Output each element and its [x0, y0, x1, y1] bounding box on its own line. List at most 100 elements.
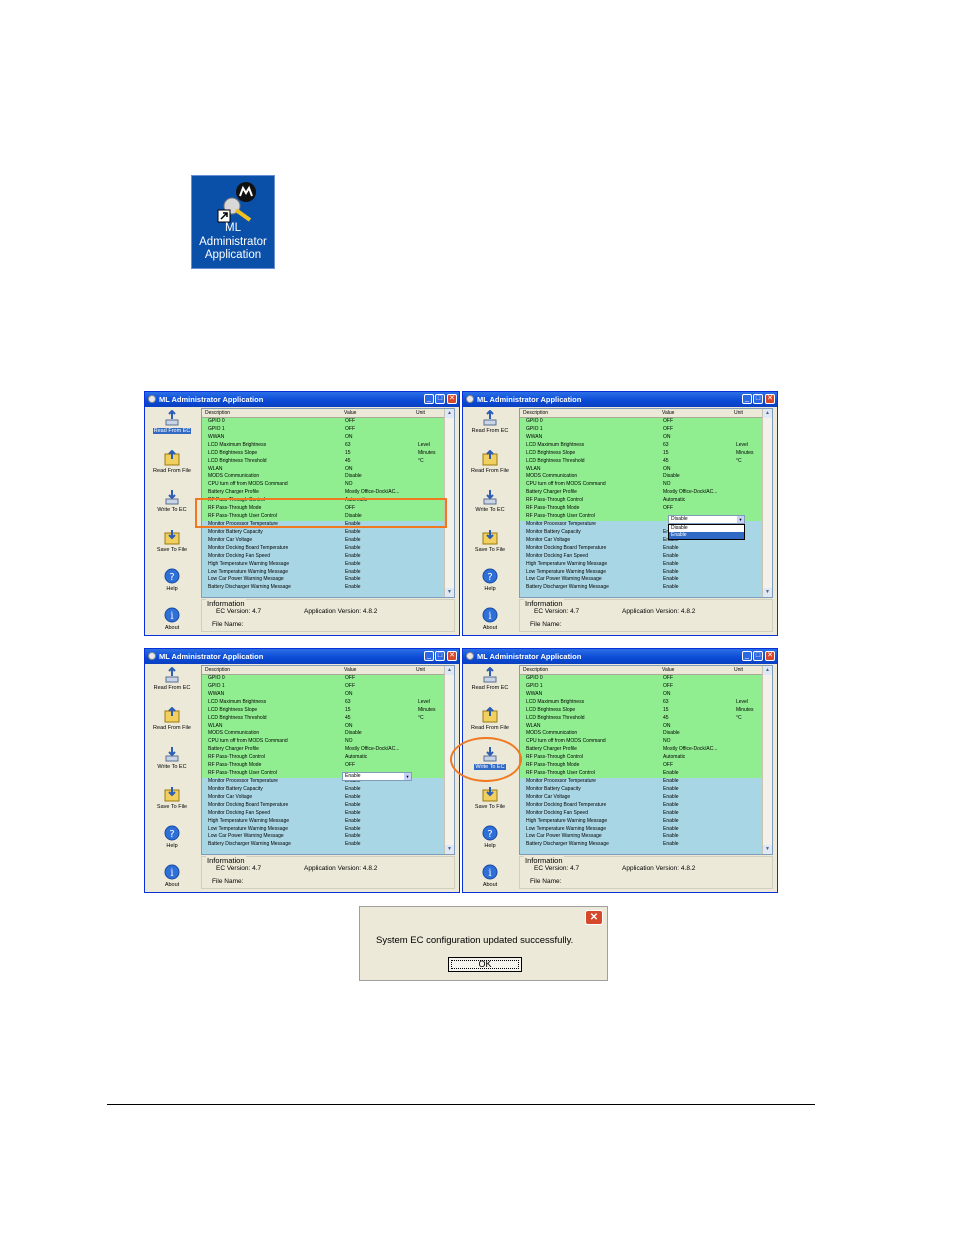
table-row[interactable]: Monitor Docking Board Temperature Enable — [202, 544, 445, 553]
scroll-up-icon[interactable]: ▲ — [445, 409, 454, 418]
sidebar-read-from-ec-button[interactable]: Read From EC — [465, 667, 515, 691]
sidebar-read-from-file-button[interactable]: Read From File — [147, 707, 197, 731]
table-row[interactable]: RF Pass-Through Control Automatic — [520, 497, 763, 506]
column-header-value[interactable]: Value — [662, 409, 674, 417]
table-row[interactable]: LCD Brightness Threshold 45 °C — [520, 457, 763, 466]
desktop-shortcut-ml-administrator[interactable]: ML Administrator Application — [191, 175, 275, 269]
table-row[interactable]: LCD Brightness Slope 15 Minutes — [520, 449, 763, 458]
sidebar-save-to-file-button[interactable]: Save To File — [465, 529, 515, 553]
value-dropdown[interactable]: Enable ▼ — [342, 772, 412, 781]
table-row[interactable]: LCD Brightness Slope 15 Minutes — [202, 706, 445, 715]
table-row[interactable]: LCD Maximum Brightness 63 Level — [520, 441, 763, 450]
scroll-down-icon[interactable]: ▼ — [763, 845, 772, 854]
table-row[interactable]: Low Car Power Warning Message Enable — [520, 576, 763, 585]
table-row[interactable]: Monitor Car Voltage Enable — [202, 536, 445, 545]
column-header-unit[interactable]: Unit — [734, 409, 743, 417]
maximize-button[interactable]: □ — [435, 394, 445, 404]
table-row[interactable]: GPIO 1 OFF — [202, 425, 445, 434]
scroll-down-icon[interactable]: ▼ — [763, 588, 772, 597]
table-row[interactable]: MODS Communication Disable — [202, 730, 445, 739]
table-row[interactable]: Monitor Car Voltage Enable — [520, 793, 763, 802]
table-row[interactable]: WWAN ON — [520, 433, 763, 442]
table-row[interactable]: Low Temperature Warning Message Enable — [202, 568, 445, 577]
minimize-button[interactable]: _ — [424, 394, 434, 404]
sidebar-about-button[interactable]: i About — [465, 607, 515, 631]
table-row[interactable]: GPIO 0 OFF — [202, 418, 445, 426]
scroll-up-icon[interactable]: ▲ — [763, 666, 772, 675]
minimize-button[interactable]: _ — [742, 394, 752, 404]
table-row[interactable]: RF Pass-Through Mode OFF — [520, 505, 763, 514]
column-header-description[interactable]: Description — [523, 666, 548, 674]
table-row[interactable]: Battery Discharger Warning Message Enable — [520, 584, 763, 593]
table-row[interactable]: MODS Communication Disable — [202, 473, 445, 482]
column-header-description[interactable]: Description — [205, 409, 230, 417]
table-row[interactable]: LCD Maximum Brightness 63 Level — [520, 698, 763, 707]
table-row[interactable]: Monitor Battery Capacity Enable — [202, 528, 445, 537]
table-row[interactable]: RF Pass-Through Mode OFF — [202, 762, 445, 771]
table-row[interactable]: High Temperature Warning Message Enable — [202, 817, 445, 826]
vertical-scrollbar[interactable]: ▲ ▼ — [762, 409, 772, 597]
table-row[interactable]: RF Pass-Through Mode OFF — [520, 762, 763, 771]
sidebar-about-button[interactable]: i About — [147, 607, 197, 631]
chevron-down-icon[interactable]: ▼ — [404, 773, 411, 780]
chevron-down-icon[interactable]: ▼ — [737, 516, 744, 523]
column-header-value[interactable]: Value — [344, 409, 356, 417]
table-row[interactable]: LCD Maximum Brightness 63 Level — [202, 441, 445, 450]
table-row[interactable]: Low Car Power Warning Message Enable — [202, 576, 445, 585]
table-row[interactable]: Battery Charger Profile Mostly Office-Doc… — [202, 746, 445, 755]
table-row[interactable]: WWAN ON — [520, 690, 763, 699]
ok-button[interactable]: OK — [448, 957, 522, 972]
table-row[interactable]: GPIO 1 OFF — [520, 682, 763, 691]
table-row[interactable]: Battery Discharger Warning Message Enable — [520, 841, 763, 850]
scroll-down-icon[interactable]: ▼ — [445, 588, 454, 597]
sidebar-help-button[interactable]: ? Help — [465, 825, 515, 849]
table-row[interactable]: Low Temperature Warning Message Enable — [520, 825, 763, 834]
minimize-button[interactable]: _ — [424, 651, 434, 661]
table-row[interactable]: GPIO 0 OFF — [520, 675, 763, 683]
table-row[interactable]: GPIO 1 OFF — [520, 425, 763, 434]
table-row[interactable]: RF Pass-Through Control Automatic — [202, 754, 445, 763]
close-button[interactable]: ✕ — [765, 651, 775, 661]
sidebar-read-from-file-button[interactable]: Read From File — [147, 450, 197, 474]
table-row[interactable]: Monitor Car Voltage Enable — [202, 793, 445, 802]
table-row[interactable]: LCD Brightness Threshold 45 °C — [520, 714, 763, 723]
table-row[interactable]: Battery Charger Profile Mostly Office-Doc… — [202, 489, 445, 498]
sidebar-save-to-file-button[interactable]: Save To File — [465, 786, 515, 810]
sidebar-about-button[interactable]: i About — [465, 864, 515, 888]
table-row[interactable]: MODS Communication Disable — [520, 473, 763, 482]
sidebar-help-button[interactable]: ? Help — [147, 568, 197, 592]
table-row[interactable]: Battery Discharger Warning Message Enable — [202, 584, 445, 593]
close-button[interactable]: ✕ — [447, 651, 457, 661]
column-header-unit[interactable]: Unit — [416, 409, 425, 417]
table-row[interactable]: Monitor Docking Fan Speed Enable — [520, 552, 763, 561]
value-dropdown[interactable]: Disable ▼ — [668, 515, 745, 524]
sidebar-help-button[interactable]: ? Help — [465, 568, 515, 592]
table-row[interactable]: RF Pass-Through Control Automatic — [520, 754, 763, 763]
table-row[interactable]: Monitor Docking Board Temperature Enable — [520, 801, 763, 810]
sidebar-read-from-ec-button[interactable]: Read From EC — [147, 410, 197, 434]
table-row[interactable]: LCD Brightness Slope 15 Minutes — [520, 706, 763, 715]
table-row[interactable]: WWAN ON — [202, 690, 445, 699]
table-row[interactable]: WLAN ON — [520, 465, 763, 474]
table-row[interactable]: LCD Brightness Threshold 45 °C — [202, 714, 445, 723]
sidebar-read-from-ec-button[interactable]: Read From EC — [465, 410, 515, 434]
vertical-scrollbar[interactable]: ▲ ▼ — [762, 666, 772, 854]
column-header-description[interactable]: Description — [205, 666, 230, 674]
column-header-unit[interactable]: Unit — [734, 666, 743, 674]
table-row[interactable]: CPU turn off from MODS Command NO — [520, 481, 763, 490]
table-row[interactable]: High Temperature Warning Message Enable — [520, 817, 763, 826]
table-row[interactable]: GPIO 0 OFF — [202, 675, 445, 683]
scroll-down-icon[interactable]: ▼ — [445, 845, 454, 854]
column-header-description[interactable]: Description — [523, 409, 548, 417]
table-row[interactable]: Low Car Power Warning Message Enable — [520, 833, 763, 842]
table-row[interactable]: WLAN ON — [520, 722, 763, 731]
table-row[interactable]: Monitor Processor Temperature Enable — [520, 777, 763, 786]
sidebar-read-from-file-button[interactable]: Read From File — [465, 707, 515, 731]
scroll-up-icon[interactable]: ▲ — [445, 666, 454, 675]
table-row[interactable]: CPU turn off from MODS Command NO — [202, 481, 445, 490]
table-row[interactable]: Monitor Battery Capacity Enable — [202, 785, 445, 794]
sidebar-write-to-ec-button[interactable]: Write To EC — [147, 746, 197, 770]
sidebar-help-button[interactable]: ? Help — [147, 825, 197, 849]
table-row[interactable]: LCD Brightness Threshold 45 °C — [202, 457, 445, 466]
table-row[interactable]: RF Pass-Through User Control Enable — [520, 770, 763, 778]
